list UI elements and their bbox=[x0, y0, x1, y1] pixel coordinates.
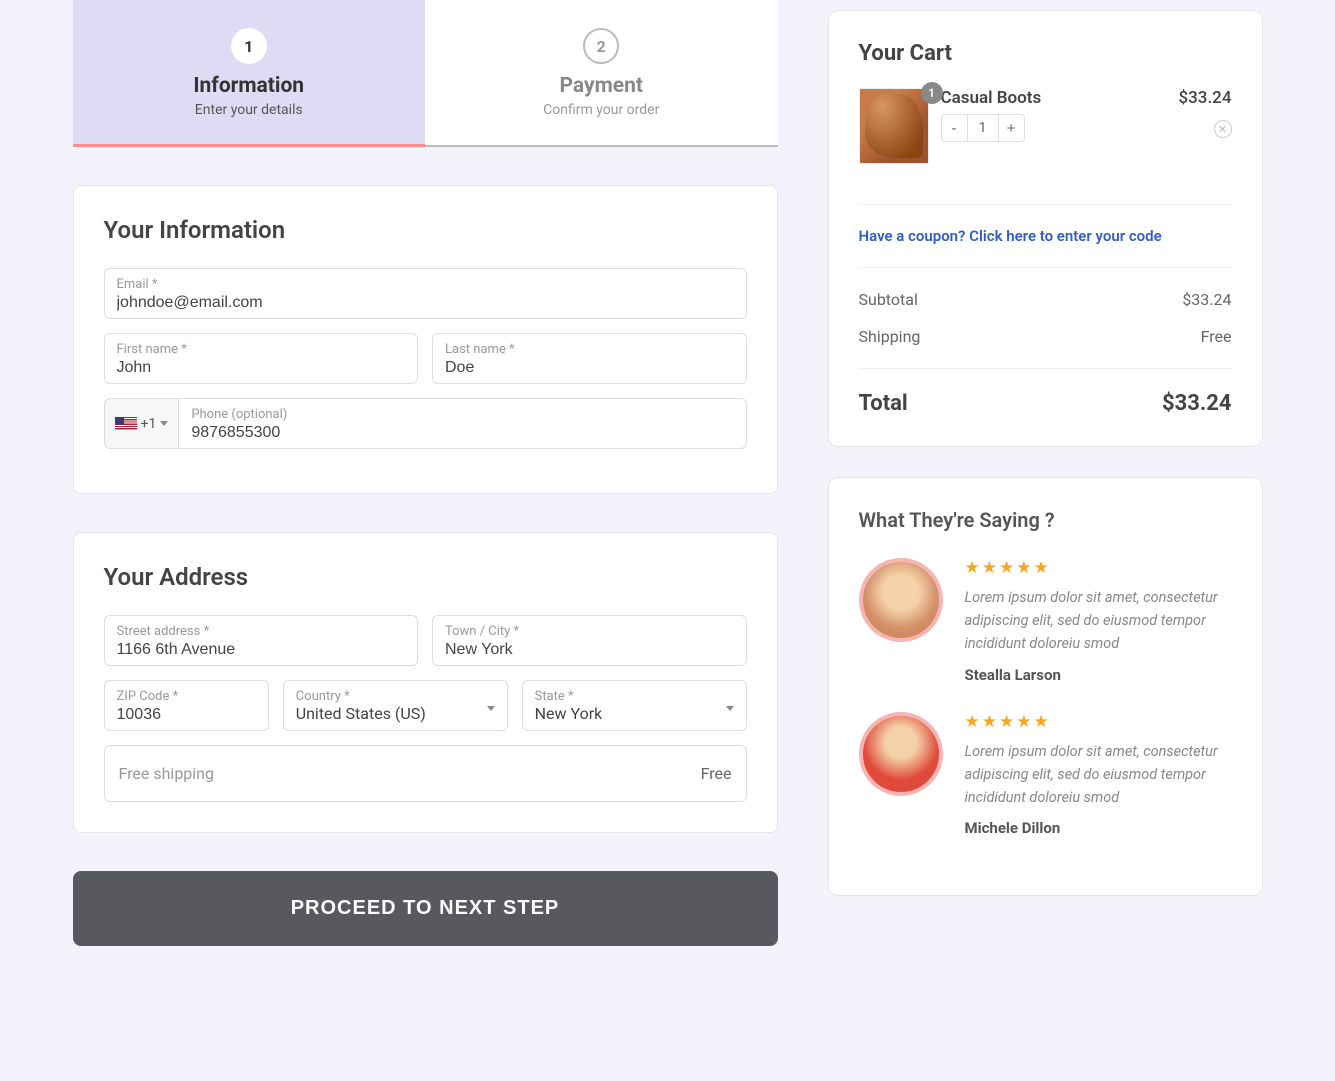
step-number: 2 bbox=[583, 28, 619, 64]
product-name: Casual Boots bbox=[941, 88, 1167, 108]
field-label: Last name * bbox=[445, 342, 734, 357]
first-name-input[interactable] bbox=[117, 359, 406, 377]
phone-country-selector[interactable]: +1 bbox=[104, 398, 180, 449]
avatar bbox=[859, 712, 943, 796]
your-information-card: Your Information Email * First name * La… bbox=[73, 185, 778, 494]
qty-decrease-button[interactable]: - bbox=[942, 115, 968, 141]
shipping-value: Free bbox=[1201, 327, 1232, 346]
divider bbox=[859, 204, 1232, 205]
field-label: Street address * bbox=[117, 624, 406, 639]
cart-item: 1 Casual Boots - 1 + $33.24 ✕ bbox=[859, 88, 1232, 164]
testimonial-author: Michele Dillon bbox=[965, 819, 1232, 837]
subtotal-row: Subtotal $33.24 bbox=[859, 290, 1232, 309]
shipping-option[interactable]: Free shipping Free bbox=[104, 745, 747, 802]
product-image bbox=[859, 88, 929, 164]
last-name-input[interactable] bbox=[445, 359, 734, 377]
remove-item-button[interactable]: ✕ bbox=[1214, 120, 1232, 138]
avatar bbox=[859, 558, 943, 642]
checkout-steps: 1 Information Enter your details 2 Payme… bbox=[73, 0, 778, 147]
city-field[interactable]: Town / City * bbox=[432, 615, 747, 666]
field-label: First name * bbox=[117, 342, 406, 357]
testimonial-author: Stealla Larson bbox=[965, 666, 1232, 684]
step-payment[interactable]: 2 Payment Confirm your order bbox=[425, 0, 778, 145]
testimonial-text: Lorem ipsum dolor sit amet, consectetur … bbox=[965, 586, 1232, 656]
shipping-row: Shipping Free bbox=[859, 327, 1232, 346]
email-field[interactable]: Email * bbox=[104, 268, 747, 319]
qty-increase-button[interactable]: + bbox=[998, 115, 1024, 141]
state-select[interactable]: State * New York bbox=[522, 680, 747, 731]
phone-prefix: +1 bbox=[141, 416, 157, 432]
field-label: Email * bbox=[117, 277, 734, 292]
qty-badge: 1 bbox=[921, 82, 943, 104]
total-label: Total bbox=[859, 391, 908, 416]
testimonial-text: Lorem ipsum dolor sit amet, consectetur … bbox=[965, 740, 1232, 810]
state-value: New York bbox=[535, 704, 734, 723]
total-row: Total $33.24 bbox=[859, 391, 1232, 416]
subtotal-label: Subtotal bbox=[859, 290, 918, 309]
street-input[interactable] bbox=[117, 641, 406, 659]
divider bbox=[859, 368, 1232, 369]
your-address-card: Your Address Street address * Town / Cit… bbox=[73, 532, 778, 833]
coupon-link[interactable]: Have a coupon? Click here to enter your … bbox=[859, 227, 1232, 245]
field-label: Town / City * bbox=[445, 624, 734, 639]
city-input[interactable] bbox=[445, 641, 734, 659]
phone-field[interactable]: Phone (optional) bbox=[179, 398, 746, 449]
proceed-button[interactable]: PROCEED TO NEXT STEP bbox=[73, 871, 778, 946]
section-heading: Your Information bbox=[104, 216, 747, 244]
qty-value: 1 bbox=[968, 115, 998, 141]
testimonials-card: What They're Saying ? ★★★★★ Lorem ipsum … bbox=[828, 477, 1263, 896]
shipping-value: Free bbox=[701, 764, 732, 783]
shipping-label: Free shipping bbox=[119, 764, 215, 783]
step-subtitle: Enter your details bbox=[83, 102, 416, 118]
testimonial: ★★★★★ Lorem ipsum dolor sit amet, consec… bbox=[859, 712, 1232, 838]
shipping-label: Shipping bbox=[859, 327, 921, 346]
step-title: Information bbox=[83, 74, 416, 98]
field-label: Phone (optional) bbox=[191, 407, 733, 422]
us-flag-icon bbox=[115, 417, 137, 431]
street-field[interactable]: Street address * bbox=[104, 615, 419, 666]
field-label: Country * bbox=[296, 689, 495, 704]
field-label: State * bbox=[535, 689, 734, 704]
country-value: United States (US) bbox=[296, 704, 495, 723]
step-subtitle: Confirm your order bbox=[435, 102, 768, 118]
step-information[interactable]: 1 Information Enter your details bbox=[73, 0, 426, 147]
country-select[interactable]: Country * United States (US) bbox=[283, 680, 508, 731]
subtotal-value: $33.24 bbox=[1182, 290, 1231, 309]
star-rating: ★★★★★ bbox=[965, 712, 1232, 732]
product-price: $33.24 bbox=[1178, 88, 1231, 108]
field-label: ZIP Code * bbox=[117, 689, 256, 704]
section-heading: Your Address bbox=[104, 563, 747, 591]
divider bbox=[859, 267, 1232, 268]
step-title: Payment bbox=[435, 74, 768, 98]
chevron-down-icon bbox=[160, 421, 168, 426]
star-rating: ★★★★★ bbox=[965, 558, 1232, 578]
total-value: $33.24 bbox=[1162, 391, 1232, 416]
first-name-field[interactable]: First name * bbox=[104, 333, 419, 384]
phone-input[interactable] bbox=[191, 424, 733, 442]
zip-field[interactable]: ZIP Code * bbox=[104, 680, 269, 731]
email-input[interactable] bbox=[117, 294, 734, 312]
quantity-stepper: - 1 + bbox=[941, 114, 1025, 142]
testimonials-heading: What They're Saying ? bbox=[859, 508, 1232, 532]
last-name-field[interactable]: Last name * bbox=[432, 333, 747, 384]
step-number: 1 bbox=[231, 28, 267, 64]
testimonial: ★★★★★ Lorem ipsum dolor sit amet, consec… bbox=[859, 558, 1232, 684]
cart-card: Your Cart 1 Casual Boots - 1 + $33.24 ✕ bbox=[828, 10, 1263, 447]
zip-input[interactable] bbox=[117, 706, 256, 724]
cart-heading: Your Cart bbox=[859, 41, 1232, 66]
